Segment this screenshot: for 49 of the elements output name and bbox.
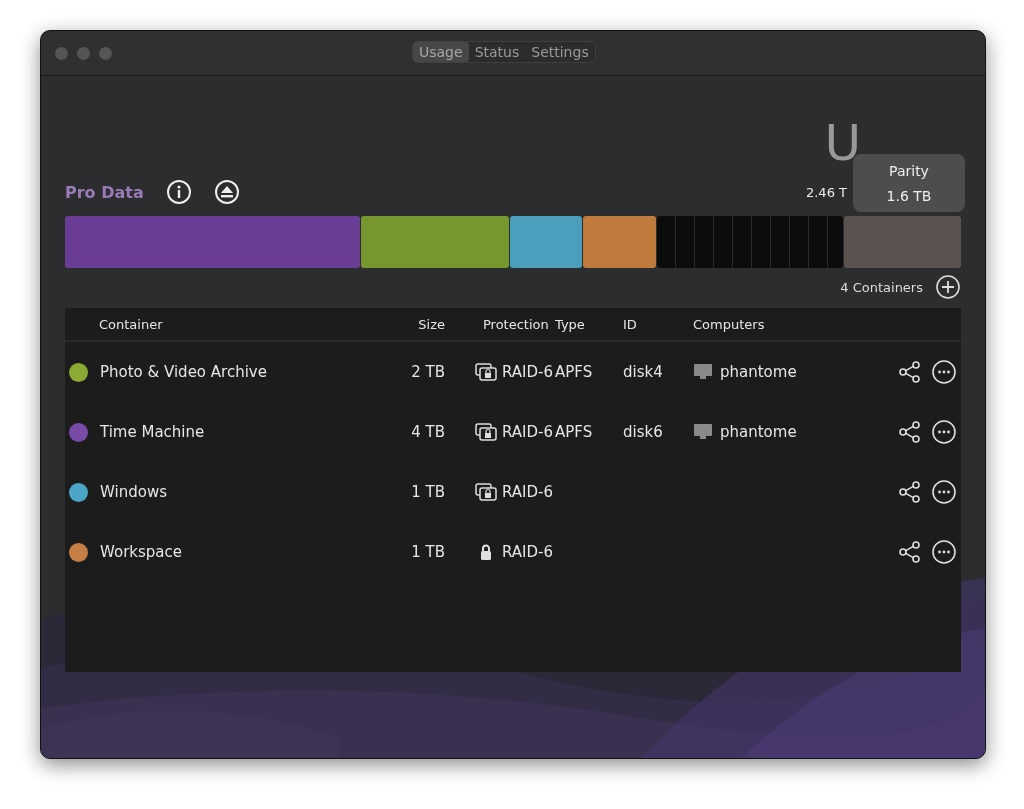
more-icon[interactable]	[931, 479, 957, 505]
usage-heading: U	[824, 118, 861, 168]
tab[interactable]: Usage	[413, 42, 469, 62]
container-name: Workspace	[100, 543, 182, 561]
add-icon[interactable]	[935, 274, 961, 300]
table-cell: RAID-6	[502, 423, 553, 441]
volume-name: Pro Data	[65, 182, 144, 202]
tab[interactable]: Settings	[525, 42, 595, 62]
table-cell: RAID-6	[502, 483, 553, 501]
container-name: Photo & Video Archive	[100, 363, 267, 381]
column-header: Computers	[693, 316, 766, 332]
table-cell: phantome	[720, 423, 797, 441]
column-header: Protection	[482, 316, 550, 332]
monitor-icon	[693, 423, 713, 441]
stacked-lock-icon	[475, 423, 497, 441]
table-cell: APFS	[555, 363, 593, 381]
column-header: Type	[555, 316, 586, 332]
share-icon[interactable]	[897, 539, 923, 565]
table-cell-text: 1 TB	[410, 483, 445, 501]
share-icon[interactable]	[897, 359, 923, 385]
container-name: Windows	[100, 483, 167, 501]
table-cell: RAID-6	[502, 543, 553, 561]
container-count: 4 Containers	[840, 279, 923, 295]
monitor-icon	[693, 363, 713, 381]
column-header: Size	[417, 316, 445, 332]
info-icon[interactable]	[165, 179, 192, 205]
tooltip-value: 1.6 TB	[886, 187, 932, 204]
tab[interactable]: Status	[468, 42, 526, 62]
more-icon[interactable]	[931, 539, 957, 565]
more-icon[interactable]	[931, 419, 957, 445]
stacked-lock-icon	[475, 363, 497, 381]
eject-icon[interactable]	[213, 179, 240, 205]
table-cell: phantome	[720, 363, 797, 381]
share-icon[interactable]	[897, 419, 923, 445]
table-cell-text: 1 TB	[410, 543, 445, 561]
more-icon[interactable]	[931, 359, 957, 385]
share-icon[interactable]	[897, 479, 923, 505]
table-cell: disk4	[623, 363, 663, 381]
stacked-lock-icon	[475, 483, 497, 501]
container-name: Time Machine	[100, 423, 205, 441]
table-cell: disk6	[623, 423, 663, 441]
table-cell-text: 2 TB	[410, 363, 445, 381]
capacity-text: 2.46 T	[805, 184, 847, 200]
tooltip-title: Parity	[889, 162, 929, 179]
table-cell: RAID-6	[502, 363, 553, 381]
table-cell: APFS	[555, 423, 593, 441]
column-header: ID	[623, 316, 638, 332]
table-cell-text: 4 TB	[410, 423, 445, 441]
column-header: Container	[98, 316, 164, 332]
